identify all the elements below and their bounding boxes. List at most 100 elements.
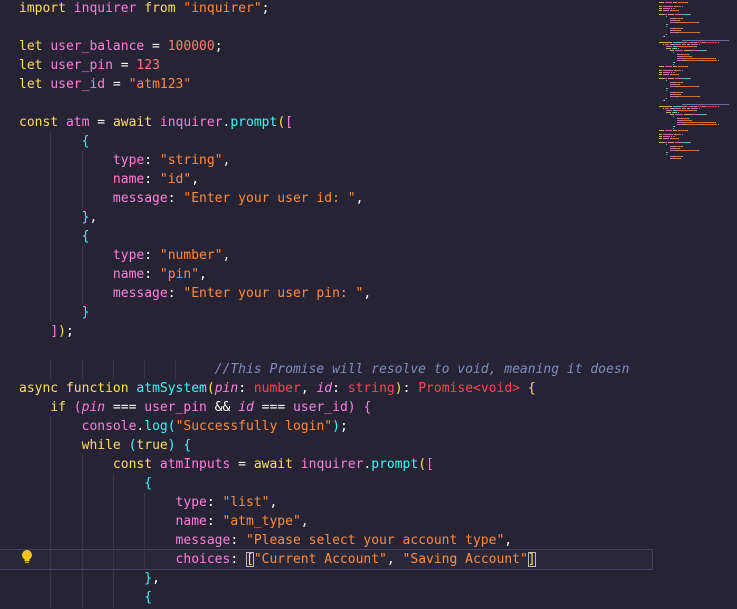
lightbulb-icon[interactable]	[20, 549, 34, 565]
code-line[interactable]: message: "Enter your user pin: ",	[19, 284, 655, 303]
code-line[interactable]: const atmInputs = await inquirer.prompt(…	[19, 455, 655, 474]
indent-guide	[144, 512, 146, 531]
code-token: if	[50, 400, 66, 415]
code-line[interactable]: let user_balance = 100000;	[19, 37, 655, 56]
minimap-line	[698, 96, 700, 97]
code-token: :	[144, 248, 160, 263]
minimap-line	[684, 108, 686, 109]
code-line[interactable]: {	[19, 132, 655, 151]
indent-guide	[50, 455, 52, 474]
indent-guide	[50, 227, 52, 246]
minimap-line	[659, 134, 662, 135]
code-line[interactable]: type: "list",	[19, 493, 655, 512]
minimap-line	[705, 114, 707, 115]
code-token: void	[480, 381, 513, 396]
minimap-line	[691, 50, 699, 51]
minimap-line	[675, 28, 683, 29]
minimap-line	[662, 44, 665, 45]
indent-guide	[112, 360, 114, 379]
indent-guide	[50, 265, 52, 284]
minimap-line	[662, 10, 669, 11]
code-line[interactable]: if (pin === user_pin && id === user_id) …	[19, 398, 655, 417]
minimap-line	[675, 146, 683, 147]
minimap-line	[714, 122, 716, 123]
minimap-line	[672, 42, 681, 43]
code-token: &&	[206, 400, 239, 415]
code-line[interactable]: import inquirer from "inquirer";	[19, 0, 655, 18]
minimap-line	[698, 44, 700, 45]
code-token: "string"	[159, 153, 223, 168]
code-line[interactable]: message: "Enter your user id: ",	[19, 189, 655, 208]
minimap-line	[672, 106, 681, 107]
indent-guide	[50, 550, 52, 569]
code-line[interactable]: console.log("Successfully login");	[19, 417, 655, 436]
minimap-line	[673, 52, 675, 53]
code-token: >	[512, 381, 520, 396]
code-line[interactable]: name: "atm_type",	[19, 512, 655, 531]
code-token: ,	[386, 552, 403, 567]
code-token: message	[112, 286, 168, 301]
code-line[interactable]: async function atmSystem(pin: number, id…	[19, 379, 655, 398]
code-line[interactable]: type: "string",	[19, 151, 655, 170]
code-line[interactable]: },	[19, 208, 655, 227]
minimap-line	[675, 92, 683, 93]
code-token: async	[19, 381, 59, 396]
code-line[interactable]: while (true) {	[19, 436, 655, 455]
code-line[interactable]: let user_pin = 123	[19, 56, 655, 75]
minimap-line	[667, 152, 668, 153]
minimap-line	[715, 42, 717, 43]
code-line[interactable]: name: "pin",	[19, 265, 655, 284]
code-line[interactable]: {	[19, 474, 655, 493]
code-line[interactable]: message: "Please select your account typ…	[19, 531, 655, 550]
code-token: ,	[222, 153, 231, 168]
code-line[interactable]: name: "id",	[19, 170, 655, 189]
minimap-line	[676, 48, 677, 49]
code-line[interactable]: ]);	[19, 322, 655, 341]
code-line[interactable]: }	[19, 303, 655, 322]
minimap-line	[659, 72, 662, 73]
code-token: await	[112, 115, 153, 130]
code-token: }	[81, 305, 90, 320]
minimap-line	[664, 42, 672, 43]
minimap-line	[687, 118, 689, 119]
code-line[interactable]: {	[19, 588, 655, 607]
code-editor[interactable]: import inquirer from "inquirer"; let user…	[0, 0, 655, 609]
minimap-line	[677, 150, 698, 151]
code-line[interactable]: //This Promise will resolve to void, mea…	[19, 360, 655, 379]
code-token: ,	[199, 267, 207, 282]
minimap-line	[664, 142, 668, 143]
indent-guide	[50, 284, 52, 303]
code-token: user_balance	[50, 39, 145, 54]
minimap-line	[682, 92, 684, 93]
indent-guide	[50, 588, 52, 607]
minimap-line	[689, 14, 691, 15]
code-line[interactable]	[19, 341, 655, 360]
code-token: number	[253, 381, 301, 396]
current-code-line[interactable]: choices: ["Current Account", "Saving Acc…	[0, 549, 653, 570]
code-line[interactable]: const atm = await inquirer.prompt([	[19, 113, 655, 132]
code-line[interactable]: {	[19, 227, 655, 246]
indent-guide	[50, 569, 52, 588]
code-line[interactable]: let user_id = "atm123"	[19, 75, 655, 94]
code-token: :	[167, 191, 184, 206]
code-line[interactable]	[19, 18, 655, 37]
code-token: "id"	[159, 172, 192, 187]
code-line[interactable]: type: "number",	[19, 246, 655, 265]
minimap-line	[674, 126, 676, 127]
code-token: "Enter your user pin: "	[183, 286, 364, 301]
code-token: {	[81, 229, 90, 244]
minimap[interactable]	[655, 0, 737, 609]
code-token: =	[112, 58, 137, 73]
minimap-line	[673, 44, 681, 45]
minimap-line	[659, 6, 662, 7]
code-token: string	[347, 381, 395, 396]
minimap-line	[677, 110, 695, 111]
code-line[interactable]: },	[19, 569, 655, 588]
code-token: type	[112, 248, 145, 263]
code-token: let	[19, 77, 43, 92]
minimap-line	[664, 14, 668, 15]
code-line[interactable]	[19, 94, 655, 113]
code-token: ,	[222, 248, 231, 263]
